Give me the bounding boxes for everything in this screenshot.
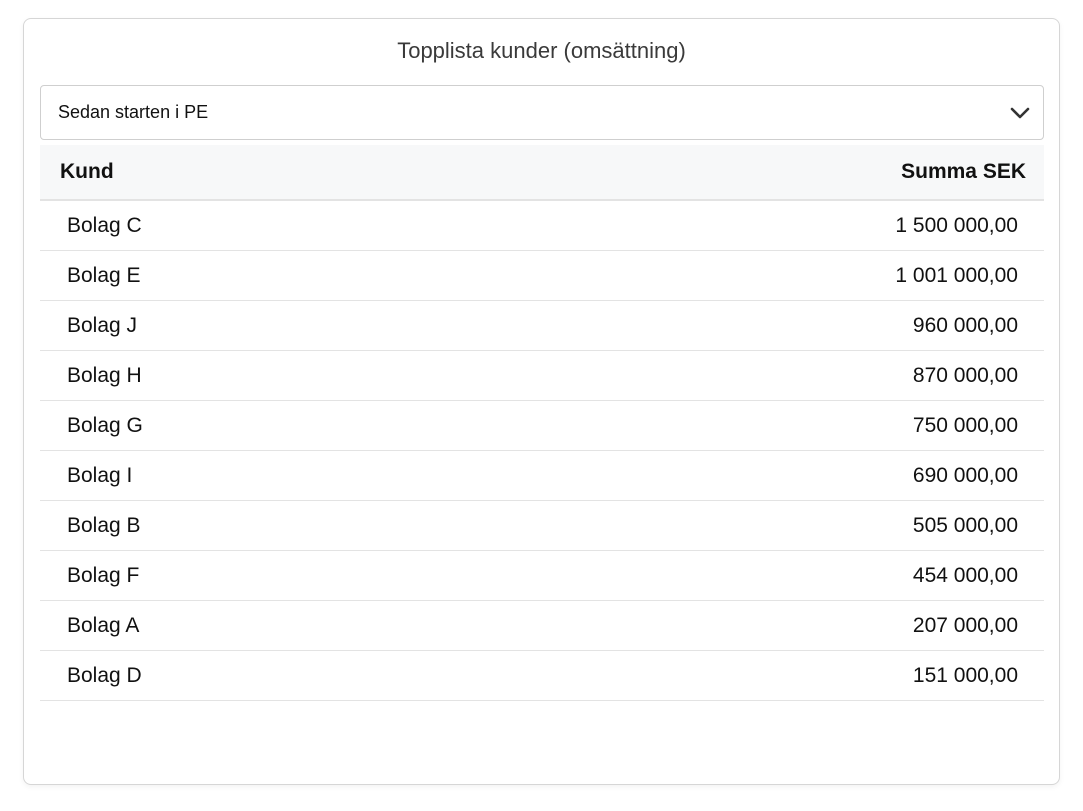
customer-sum: 870 000,00 — [912, 363, 1018, 387]
customer-name: Bolag F — [67, 563, 140, 587]
table-row: Bolag E 1 001 000,00 — [40, 251, 1044, 301]
customer-sum: 690 000,00 — [912, 463, 1018, 487]
customer-name: Bolag G — [67, 413, 143, 437]
table-row: Bolag H 870 000,00 — [40, 351, 1044, 401]
customer-name: Bolag E — [67, 263, 141, 287]
customer-sum: 1 500 000,00 — [895, 213, 1018, 237]
customer-name: Bolag I — [67, 463, 133, 487]
period-select-value: Sedan starten i PE — [58, 102, 209, 122]
top-customers-table: Kund Summa SEK Bolag C 1 500 000,00 Bola… — [40, 145, 1044, 701]
table-row: Bolag J 960 000,00 — [40, 301, 1044, 351]
customer-name: Bolag D — [67, 663, 142, 687]
table-row: Bolag A 207 000,00 — [40, 601, 1044, 651]
customer-sum: 750 000,00 — [912, 413, 1018, 437]
top-customers-card: Topplista kunder (omsättning) Sedan star… — [23, 18, 1060, 785]
table-row: Bolag B 505 000,00 — [40, 501, 1044, 551]
table-row: Bolag I 690 000,00 — [40, 451, 1044, 501]
table-row: Bolag D 151 000,00 — [40, 651, 1044, 701]
customer-sum: 454 000,00 — [912, 563, 1018, 587]
customer-sum: 151 000,00 — [912, 663, 1018, 687]
period-select[interactable]: Sedan starten i PE — [40, 85, 1044, 140]
customer-sum: 207 000,00 — [912, 613, 1018, 637]
customer-name: Bolag A — [67, 613, 140, 637]
customer-name: Bolag C — [67, 213, 142, 237]
column-header-kund[interactable]: Kund — [60, 160, 114, 184]
table-header: Kund Summa SEK — [40, 145, 1044, 201]
column-header-summa[interactable]: Summa SEK — [901, 160, 1026, 184]
table-row: Bolag F 454 000,00 — [40, 551, 1044, 601]
customer-name: Bolag H — [67, 363, 142, 387]
customer-name: Bolag B — [67, 513, 141, 537]
customer-sum: 960 000,00 — [912, 313, 1018, 337]
card-title: Topplista kunder (omsättning) — [397, 38, 686, 63]
table-row: Bolag G 750 000,00 — [40, 401, 1044, 451]
chevron-down-icon — [1009, 103, 1031, 123]
customer-name: Bolag J — [67, 313, 138, 337]
table-row: Bolag C 1 500 000,00 — [40, 201, 1044, 251]
customer-sum: 1 001 000,00 — [895, 263, 1018, 287]
customer-sum: 505 000,00 — [912, 513, 1018, 537]
